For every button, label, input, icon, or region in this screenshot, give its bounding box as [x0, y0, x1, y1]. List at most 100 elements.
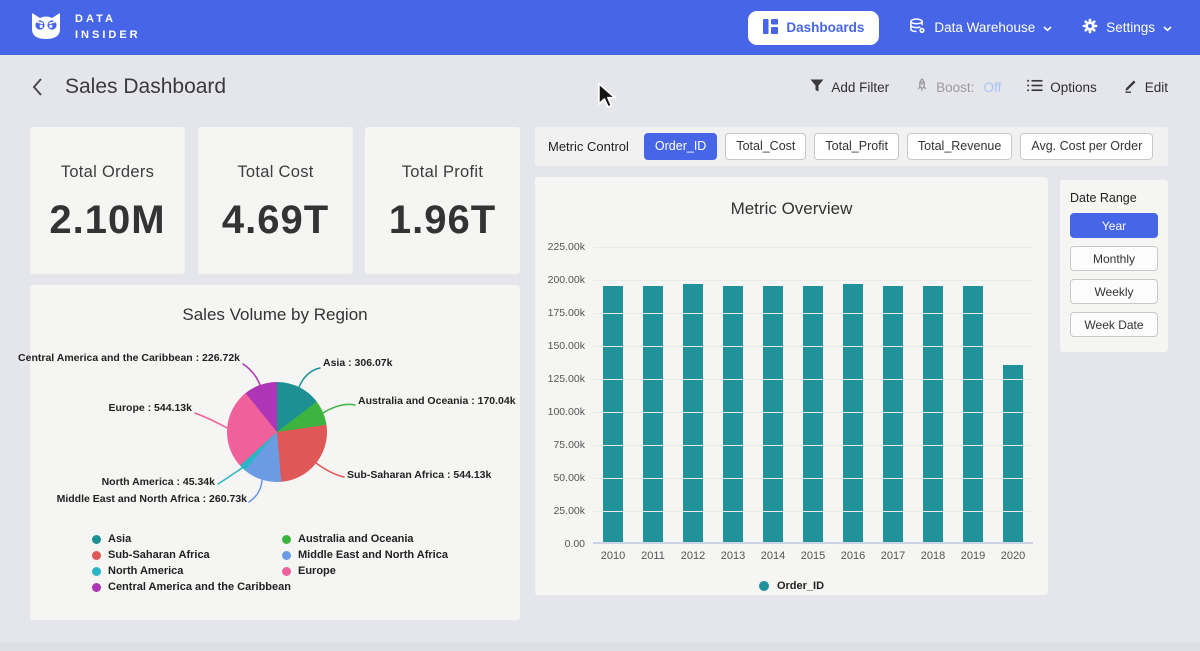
date-range-button-monthly[interactable]: Monthly	[1070, 246, 1158, 271]
pie-label-sub-saharan-africa: Sub-Saharan Africa : 544.13k	[347, 469, 491, 481]
legend-label: Middle East and North Africa	[298, 549, 448, 561]
x-tick-label: 2012	[673, 550, 713, 562]
nav-settings-label: Settings	[1106, 20, 1155, 35]
pie-legend-item-asia: Asia	[92, 533, 131, 545]
kpi-label: Total Orders	[30, 163, 185, 182]
pie-legend-item-sub-saharan-africa: Sub-Saharan Africa	[92, 549, 210, 561]
kpi-label: Total Cost	[198, 163, 353, 182]
bar-2016[interactable]	[843, 284, 863, 544]
pie-legend-item-central-america: Central America and the Caribbean	[92, 581, 291, 593]
metric-button-order-id[interactable]: Order_ID	[644, 133, 717, 160]
filter-icon	[810, 79, 824, 96]
bar-column	[993, 247, 1033, 544]
legend-dot	[92, 535, 101, 544]
y-tick-label: 75.00k	[535, 439, 585, 451]
bar-chart-title: Metric Overview	[535, 177, 1048, 219]
bar-2019[interactable]	[963, 286, 983, 544]
bar-2013[interactable]	[723, 286, 743, 544]
nav-settings[interactable]: Settings	[1082, 18, 1172, 37]
boost-toggle[interactable]: Boost: Off	[915, 78, 1001, 96]
owl-logo-icon	[28, 10, 64, 46]
x-tick-label: 2019	[953, 550, 993, 562]
metric-button-total-cost[interactable]: Total_Cost	[725, 133, 806, 160]
legend-label: Europe	[298, 565, 336, 577]
y-tick-label: 125.00k	[535, 373, 585, 385]
y-tick-label: 100.00k	[535, 406, 585, 418]
pie-legend-item-north-america: North America	[92, 565, 183, 577]
bar-2010[interactable]	[603, 286, 623, 544]
bar-legend-label: Order_ID	[777, 580, 824, 592]
x-ticks: 2010201120122013201420152016201720182019…	[593, 550, 1033, 562]
legend-label: Asia	[108, 533, 131, 545]
legend-label: Australia and Oceania	[298, 533, 414, 545]
date-range-button-year[interactable]: Year	[1070, 213, 1158, 238]
legend-dot	[282, 551, 291, 560]
database-icon	[909, 18, 926, 38]
pie-label-australia-oceania: Australia and Oceania : 170.04k	[358, 395, 516, 407]
bar-2018[interactable]	[923, 286, 943, 544]
pie-label-central-america: Central America and the Caribbean : 226.…	[18, 352, 240, 364]
x-tick-label: 2010	[593, 550, 633, 562]
chevron-down-icon	[1163, 20, 1172, 35]
nav-dashboards-button[interactable]: Dashboards	[748, 11, 879, 45]
kpi-card-total-profit: Total Profit 1.96T	[365, 127, 520, 274]
y-tick-label: 175.00k	[535, 307, 585, 319]
date-range-label: Date Range	[1070, 191, 1158, 205]
brand-text: DATA INSIDER	[75, 12, 141, 44]
bar-2012[interactable]	[683, 284, 703, 544]
pie-legend-item-middle-east-north-africa: Middle East and North Africa	[282, 549, 448, 561]
pie-label-asia: Asia : 306.07k	[323, 357, 392, 369]
metric-button-total-revenue[interactable]: Total_Revenue	[907, 133, 1012, 160]
date-range-button-week-date[interactable]: Week Date	[1070, 312, 1158, 337]
x-tick-label: 2014	[753, 550, 793, 562]
bar-2017[interactable]	[883, 286, 903, 544]
gridline	[593, 247, 1033, 248]
bar-2020[interactable]	[1003, 365, 1023, 544]
pie-label-middle-east-north-africa: Middle East and North Africa : 260.73k	[57, 493, 247, 505]
bar-2011[interactable]	[643, 286, 663, 544]
add-filter-label: Add Filter	[831, 80, 889, 95]
x-tick-label: 2018	[913, 550, 953, 562]
bar-legend-dot	[759, 581, 769, 591]
metric-control-label: Metric Control	[548, 139, 629, 154]
y-tick-label: 225.00k	[535, 241, 585, 253]
pie-legend-item-europe: Europe	[282, 565, 336, 577]
legend-dot	[282, 535, 291, 544]
bar-column	[833, 247, 873, 544]
bar-column	[873, 247, 913, 544]
bar-2015[interactable]	[803, 286, 823, 544]
pie-chart-title: Sales Volume by Region	[30, 285, 520, 325]
x-tick-label: 2015	[793, 550, 833, 562]
date-range-button-weekly[interactable]: Weekly	[1070, 279, 1158, 304]
bars	[593, 247, 1033, 544]
brand-line-1: DATA	[75, 12, 141, 28]
brand[interactable]: DATA INSIDER	[28, 10, 141, 46]
pie-label-north-america: North America : 45.34k	[102, 476, 215, 488]
top-navbar: DATA INSIDER Dashboards	[0, 0, 1200, 55]
metric-button-total-profit[interactable]: Total_Profit	[814, 133, 899, 160]
dashboards-grid-icon	[763, 19, 778, 37]
bar-column	[793, 247, 833, 544]
legend-label: North America	[108, 565, 183, 577]
edit-button[interactable]: Edit	[1123, 78, 1168, 96]
add-filter-button[interactable]: Add Filter	[810, 79, 889, 96]
nav-dashboards-label: Dashboards	[786, 20, 864, 35]
x-tick-label: 2013	[713, 550, 753, 562]
pie-legend-item-australia-oceania: Australia and Oceania	[282, 533, 414, 545]
y-tick-label: 0.00	[535, 538, 585, 550]
gridline	[593, 280, 1033, 281]
x-tick-label: 2016	[833, 550, 873, 562]
chevron-down-icon	[1043, 20, 1052, 35]
back-chevron-icon[interactable]	[32, 78, 43, 96]
boost-label: Boost:	[936, 80, 974, 95]
options-button[interactable]: Options	[1027, 79, 1097, 95]
legend-dot	[92, 583, 101, 592]
metric-button-avg-cost-per-order[interactable]: Avg. Cost per Order	[1020, 133, 1153, 160]
nav-data-warehouse[interactable]: Data Warehouse	[909, 18, 1052, 38]
pie-chart[interactable]	[227, 382, 327, 482]
legend-dot	[92, 551, 101, 560]
y-tick-label: 25.00k	[535, 505, 585, 517]
bar-2014[interactable]	[763, 286, 783, 544]
bar-column	[713, 247, 753, 544]
gridline	[593, 313, 1033, 314]
